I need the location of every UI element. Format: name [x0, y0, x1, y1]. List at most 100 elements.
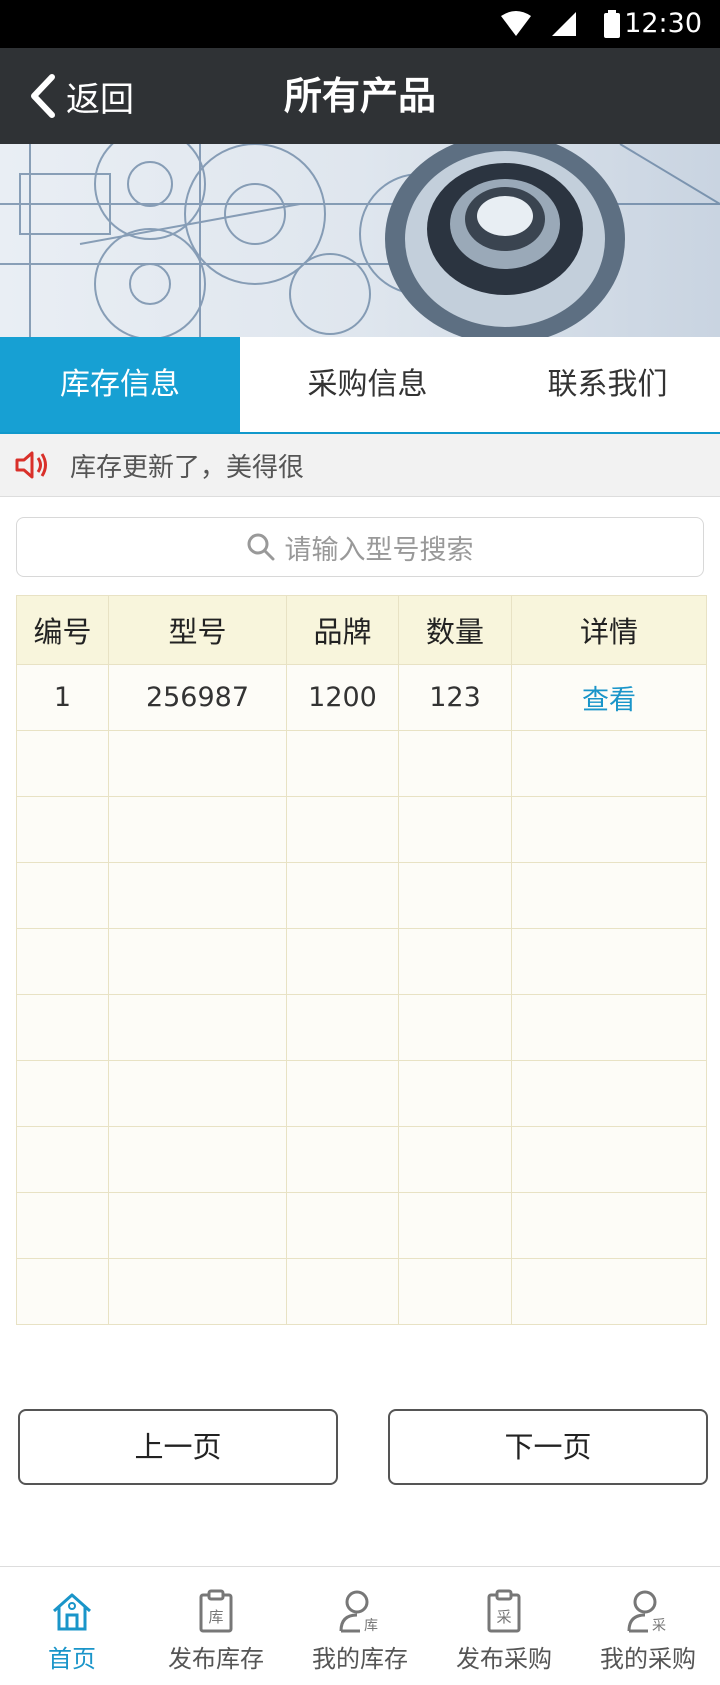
table-header-row: 编号 型号 品牌 数量 详情 — [16, 595, 707, 665]
empty-cell — [398, 730, 512, 797]
empty-cell — [16, 1126, 109, 1193]
header-id: 编号 — [16, 595, 109, 665]
empty-cell — [511, 1060, 707, 1127]
table-row: 1 256987 1200 123 查看 — [16, 664, 707, 731]
table-row-empty — [16, 994, 707, 1061]
cell-signal-icon — [552, 12, 576, 36]
empty-cell — [108, 1060, 287, 1127]
view-detail-link[interactable]: 查看 — [511, 664, 707, 731]
table-row-empty — [16, 1258, 707, 1325]
empty-cell — [108, 1192, 287, 1259]
header-quantity: 数量 — [398, 595, 512, 665]
empty-cell — [511, 862, 707, 929]
nav-label: 首页 — [48, 1645, 96, 1673]
svg-text:库: 库 — [364, 1618, 378, 1633]
empty-cell — [286, 1192, 399, 1259]
cell-model: 256987 — [108, 664, 287, 731]
nav-my-inventory[interactable]: 库 我的库存 — [288, 1567, 432, 1685]
nav-my-purchase[interactable]: 采 我的采购 — [576, 1567, 720, 1685]
table-row-empty — [16, 1060, 707, 1127]
user-ku-icon: 库 — [339, 1590, 378, 1633]
empty-cell — [511, 1258, 707, 1325]
clipboard-ku-icon: 库 — [199, 1589, 233, 1633]
banner-illustration — [0, 144, 720, 337]
nav-label: 我的库存 — [312, 1645, 408, 1673]
notice-text: 库存更新了，美得很 — [70, 452, 305, 483]
page-title: 所有产品 — [283, 74, 436, 118]
cell-brand: 1200 — [286, 664, 399, 731]
header-model: 型号 — [108, 595, 287, 665]
tab-contact[interactable]: 联系我们 — [495, 337, 720, 432]
empty-cell — [286, 994, 399, 1061]
empty-cell — [511, 1126, 707, 1193]
table-row-empty — [16, 730, 707, 797]
empty-cell — [286, 796, 399, 863]
empty-cell — [108, 928, 287, 995]
empty-cell — [108, 1126, 287, 1193]
home-icon — [53, 1593, 91, 1631]
table-row-empty — [16, 862, 707, 929]
empty-cell — [398, 1126, 512, 1193]
nav-publish-inventory[interactable]: 库 发布库存 — [144, 1567, 288, 1685]
header-brand: 品牌 — [286, 595, 399, 665]
bottom-nav: 首页 库 发布库存 库 我的库存 采 发布采购 采 我的采购 — [0, 1566, 720, 1685]
empty-cell — [511, 730, 707, 797]
empty-cell — [398, 928, 512, 995]
nav-label: 我的采购 — [600, 1645, 696, 1673]
table-row-empty — [16, 1192, 707, 1259]
empty-cell — [398, 1192, 512, 1259]
search-placeholder: 请输入型号搜索 — [284, 534, 474, 566]
tab-inventory[interactable]: 库存信息 — [0, 337, 240, 432]
header-detail: 详情 — [511, 595, 707, 665]
svg-text:采: 采 — [496, 1608, 511, 1626]
status-bar: 12:30 — [0, 0, 720, 48]
empty-cell — [511, 796, 707, 863]
next-page-button[interactable]: 下一页 — [388, 1409, 708, 1485]
top-header: 返回 所有产品 — [0, 48, 720, 144]
empty-cell — [16, 1258, 109, 1325]
empty-cell — [398, 862, 512, 929]
search-icon — [247, 533, 274, 561]
tab-bar: 库存信息 采购信息 联系我们 — [0, 337, 720, 434]
empty-cell — [511, 1192, 707, 1259]
notice-bar: 库存更新了，美得很 — [0, 434, 720, 497]
empty-cell — [398, 1060, 512, 1127]
nav-label: 发布采购 — [456, 1645, 552, 1673]
status-time: 12:30 — [624, 8, 702, 39]
search-input[interactable]: 请输入型号搜索 — [16, 517, 704, 577]
svg-text:库: 库 — [208, 1608, 223, 1626]
svg-text:采: 采 — [652, 1618, 666, 1633]
empty-cell — [398, 796, 512, 863]
empty-cell — [286, 1126, 399, 1193]
empty-cell — [108, 796, 287, 863]
empty-cell — [286, 730, 399, 797]
empty-cell — [511, 928, 707, 995]
tab-purchase[interactable]: 采购信息 — [240, 337, 495, 432]
empty-cell — [511, 994, 707, 1061]
empty-cell — [286, 928, 399, 995]
empty-cell — [16, 1060, 109, 1127]
inventory-table: 编号 型号 品牌 数量 详情 1 256987 1200 123 查看 — [16, 595, 707, 1325]
empty-cell — [286, 862, 399, 929]
prev-page-button[interactable]: 上一页 — [18, 1409, 338, 1485]
cell-id: 1 — [16, 664, 109, 731]
empty-cell — [398, 994, 512, 1061]
clipboard-cai-icon: 采 — [487, 1589, 521, 1633]
empty-cell — [108, 862, 287, 929]
empty-cell — [16, 862, 109, 929]
wifi-icon — [501, 11, 531, 36]
nav-home[interactable]: 首页 — [0, 1567, 144, 1685]
table-row-empty — [16, 796, 707, 863]
empty-cell — [16, 796, 109, 863]
empty-cell — [108, 1258, 287, 1325]
table-row-empty — [16, 928, 707, 995]
battery-icon — [604, 10, 620, 38]
banner-image — [0, 144, 720, 337]
nav-publish-purchase[interactable]: 采 发布采购 — [432, 1567, 576, 1685]
cell-quantity: 123 — [398, 664, 512, 731]
empty-cell — [286, 1060, 399, 1127]
nav-label: 发布库存 — [168, 1645, 264, 1673]
empty-cell — [16, 730, 109, 797]
table-row-empty — [16, 1126, 707, 1193]
empty-cell — [16, 928, 109, 995]
